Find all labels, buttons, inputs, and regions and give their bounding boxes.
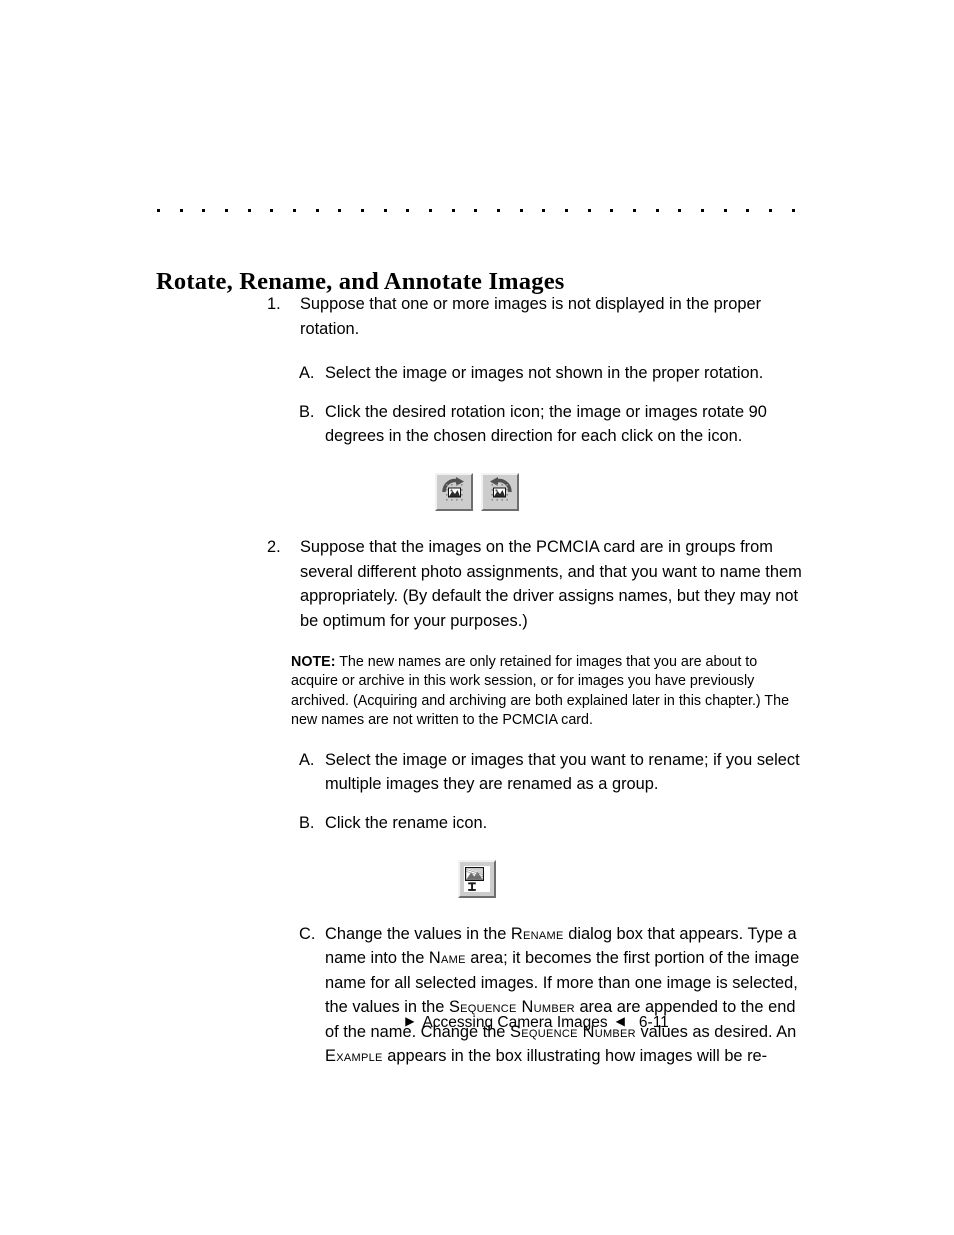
- rule-dot: [247, 208, 251, 212]
- rename-icon-group: [0, 859, 954, 898]
- note-text: The new names are only retained for imag…: [291, 654, 790, 728]
- note-callout: NOTE: The new names are only retained fo…: [0, 653, 954, 729]
- list-item-text: Suppose that one or more images is not d…: [300, 295, 762, 338]
- rule-dot: [497, 208, 501, 212]
- small-caps-name: Name: [428, 949, 466, 968]
- list-item-step-1b: B. Click the desired rotation icon; the …: [0, 400, 954, 449]
- rule-dot: [474, 208, 478, 212]
- list-item-step-1: 1. Suppose that one or more images is no…: [0, 292, 954, 341]
- rule-dot: [633, 208, 637, 212]
- page-number: 6-11: [638, 1014, 669, 1031]
- rule-dot: [451, 208, 455, 212]
- rule-dot: [769, 208, 773, 212]
- footer-label: Accessing Camera Images: [422, 1014, 608, 1031]
- list-item-text: Select the image or images that you want…: [325, 750, 800, 794]
- page-footer: ▶ Accessing Camera Images ◀ 6-11: [0, 1014, 954, 1032]
- rule-dot: [429, 208, 433, 212]
- rule-dot: [587, 208, 591, 212]
- list-item-step-2c: C. Change the values in the Rename dialo…: [0, 922, 954, 1070]
- rotate-clockwise-icon[interactable]: [435, 472, 473, 511]
- list-item-step-1a: A. Select the image or images not shown …: [0, 361, 954, 386]
- rule-dot: [293, 208, 297, 212]
- rule-dot: [361, 208, 365, 212]
- rule-dot: [610, 208, 614, 212]
- rule-dot: [542, 208, 546, 212]
- document-body: 1. Suppose that one or more images is no…: [0, 292, 954, 1069]
- rule-dot: [225, 208, 229, 212]
- decorative-dotted-rule: [157, 207, 795, 213]
- list-item-text: Click the desired rotation icon; the ima…: [325, 402, 767, 446]
- list-marker: 2.: [267, 537, 281, 556]
- list-item-step-2a: A. Select the image or images that you w…: [0, 748, 954, 797]
- list-marker: B.: [299, 402, 315, 421]
- list-item-text: Suppose that the images on the PCMCIA ca…: [300, 537, 802, 630]
- list-item-step-2: 2. Suppose that the images on the PCMCIA…: [0, 535, 954, 633]
- rotate-counterclockwise-icon[interactable]: [481, 472, 519, 511]
- note-label: NOTE:: [291, 654, 336, 671]
- small-caps-example: Example: [325, 1047, 383, 1066]
- list-item-step-2b: B. Click the rename icon.: [0, 811, 954, 836]
- rule-dot: [655, 208, 659, 212]
- list-item-text: Select the image or images not shown in …: [325, 364, 764, 383]
- rule-dot: [701, 208, 705, 212]
- rule-dot: [338, 208, 342, 212]
- small-caps-rename: Rename: [510, 924, 564, 943]
- rule-dot: [270, 208, 274, 212]
- rule-dot: [791, 208, 795, 212]
- rule-dot: [315, 208, 319, 212]
- rule-dot: [383, 208, 387, 212]
- rule-dot: [202, 208, 206, 212]
- rotation-icon-group: [0, 472, 954, 511]
- rule-dot: [179, 208, 183, 212]
- list-marker: A.: [299, 364, 315, 383]
- rule-dot: [406, 208, 410, 212]
- rule-dot: [565, 208, 569, 212]
- rename-icon[interactable]: [458, 859, 496, 898]
- rule-dot: [746, 208, 750, 212]
- list-marker: B.: [299, 813, 315, 832]
- rule-dot: [723, 208, 727, 212]
- triangle-left-icon: ◀: [615, 1014, 625, 1028]
- triangle-right-icon: ▶: [405, 1014, 415, 1028]
- list-item-text: Click the rename icon.: [325, 813, 488, 832]
- rule-dot: [678, 208, 682, 212]
- rule-dot: [157, 208, 160, 212]
- list-item-text: Change the values in the Rename dialog b…: [325, 924, 800, 1066]
- list-marker: A.: [299, 750, 315, 769]
- rule-dot: [519, 208, 523, 212]
- list-marker: C.: [299, 924, 316, 943]
- list-marker: 1.: [267, 295, 281, 313]
